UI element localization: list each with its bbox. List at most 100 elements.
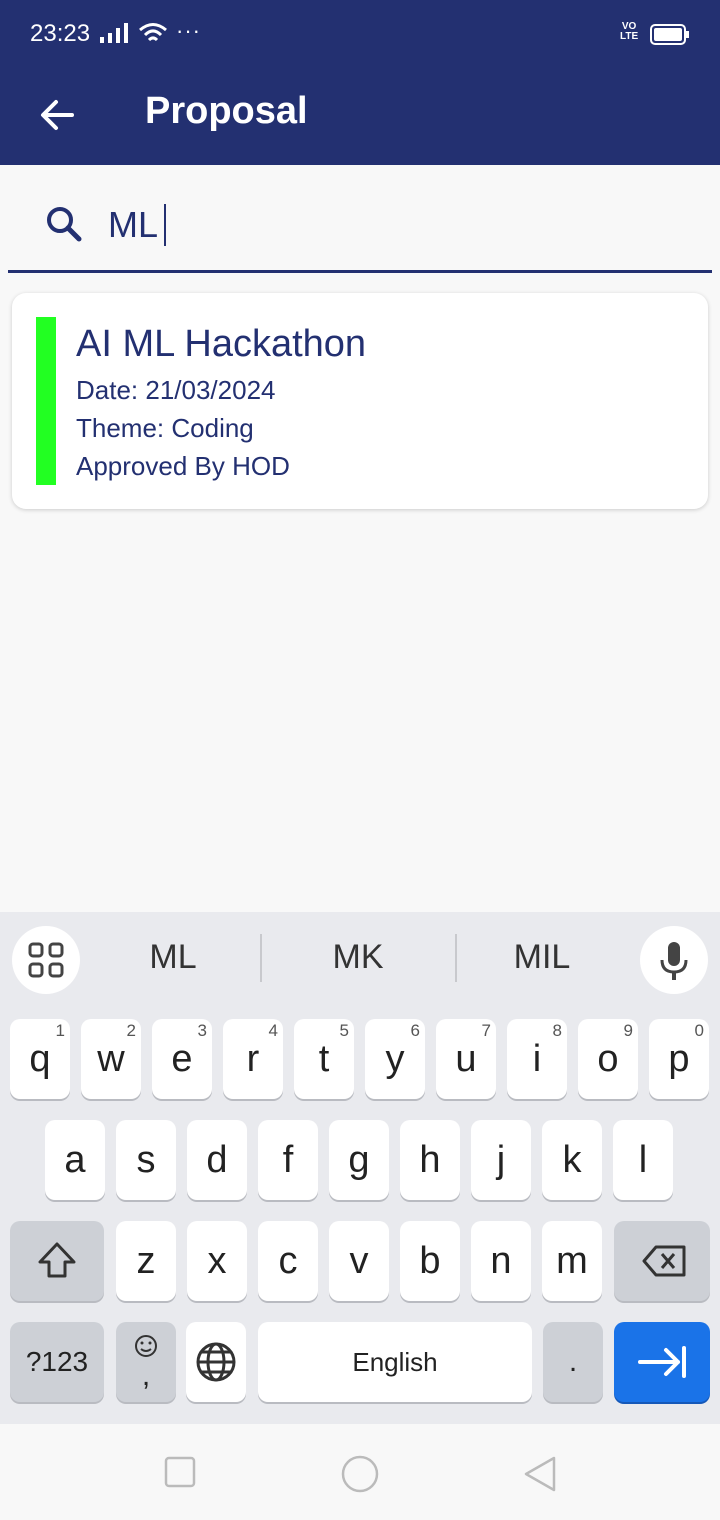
suggestion-1[interactable]: ML	[98, 938, 248, 977]
key-a[interactable]: a	[45, 1120, 105, 1200]
space-key[interactable]: English	[258, 1322, 532, 1402]
search-bar[interactable]	[8, 180, 712, 273]
key-label: d	[206, 1139, 228, 1181]
backspace-icon	[642, 1245, 686, 1277]
key-label: l	[638, 1139, 648, 1181]
key-p[interactable]: p0	[649, 1019, 709, 1099]
home-icon[interactable]	[340, 1454, 380, 1494]
symbols-key-label: ?123	[25, 1346, 89, 1377]
key-number-hint: 1	[55, 1021, 65, 1040]
app-bar: Proposal	[0, 68, 720, 165]
period-key[interactable]: .	[543, 1322, 603, 1402]
tab-arrow-icon	[638, 1346, 686, 1378]
suggestion-divider	[260, 934, 262, 982]
key-number-hint: 2	[126, 1021, 136, 1040]
key-number-hint: 0	[694, 1021, 704, 1040]
key-label: a	[64, 1139, 86, 1181]
more-notifications-icon: ···	[176, 18, 201, 43]
key-label: v	[349, 1240, 369, 1282]
key-label: x	[207, 1240, 227, 1282]
search-input[interactable]	[108, 202, 668, 248]
proposal-theme: Theme: Coding	[76, 413, 254, 443]
key-label: g	[348, 1139, 370, 1181]
key-label: z	[136, 1240, 156, 1282]
proposal-date: Date: 21/03/2024	[76, 375, 276, 405]
emoji-comma-key[interactable]: ,	[116, 1322, 176, 1402]
key-i[interactable]: i8	[507, 1019, 567, 1099]
globe-icon	[196, 1342, 236, 1382]
key-number-hint: 6	[410, 1021, 420, 1040]
key-z[interactable]: z	[116, 1221, 176, 1301]
key-k[interactable]: k	[542, 1120, 602, 1200]
key-v[interactable]: v	[329, 1221, 389, 1301]
key-b[interactable]: b	[400, 1221, 460, 1301]
proposal-card[interactable]: AI ML Hackathon Date: 21/03/2024 Theme: …	[12, 293, 708, 509]
key-label: j	[496, 1139, 506, 1181]
key-g[interactable]: g	[329, 1120, 389, 1200]
key-w[interactable]: w2	[81, 1019, 141, 1099]
key-u[interactable]: u7	[436, 1019, 496, 1099]
shift-icon	[38, 1242, 76, 1278]
key-r[interactable]: r4	[223, 1019, 283, 1099]
keyboard-menu-button[interactable]	[12, 926, 80, 994]
microphone-icon	[660, 942, 688, 980]
page-title: Proposal	[145, 90, 308, 132]
signal-icon	[100, 23, 128, 43]
key-label: f	[282, 1139, 294, 1181]
suggestion-3[interactable]: MIL	[467, 938, 617, 977]
key-label: c	[278, 1240, 298, 1282]
status-bar: 23:23 ··· VO LTE	[0, 0, 720, 68]
key-number-hint: 8	[552, 1021, 562, 1040]
key-s[interactable]: s	[116, 1120, 176, 1200]
key-j[interactable]: j	[471, 1120, 531, 1200]
suggestion-2[interactable]: MK	[283, 938, 433, 977]
key-label: n	[490, 1240, 512, 1282]
soft-keyboard: ML MK MIL ?123 , English . q 1 w 2 e 3 r…	[0, 912, 720, 1424]
search-icon	[47, 207, 82, 242]
key-label: s	[136, 1139, 156, 1181]
key-f[interactable]: f	[258, 1120, 318, 1200]
key-number-hint: 3	[197, 1021, 207, 1040]
suggestion-strip: ML MK MIL	[0, 912, 720, 1008]
enter-key[interactable]	[614, 1322, 710, 1402]
grid-icon	[28, 942, 64, 978]
period-key-label: .	[568, 1345, 578, 1378]
status-color-bar	[36, 317, 56, 485]
proposal-status: Approved By HOD	[76, 451, 290, 481]
key-label: h	[419, 1139, 441, 1181]
key-label: m	[556, 1240, 588, 1282]
key-d[interactable]: d	[187, 1120, 247, 1200]
system-nav-bar	[0, 1424, 720, 1520]
key-y[interactable]: y6	[365, 1019, 425, 1099]
key-q[interactable]: q1	[10, 1019, 70, 1099]
key-number-hint: 4	[268, 1021, 278, 1040]
text-cursor	[164, 204, 166, 246]
backspace-key[interactable]	[614, 1221, 710, 1301]
key-l[interactable]: l	[613, 1120, 673, 1200]
key-number-hint: 5	[339, 1021, 349, 1040]
key-x[interactable]: x	[187, 1221, 247, 1301]
key-h[interactable]: h	[400, 1120, 460, 1200]
back-arrow-icon[interactable]	[32, 90, 82, 140]
recent-apps-icon[interactable]	[164, 1456, 196, 1488]
key-o[interactable]: o9	[578, 1019, 638, 1099]
key-number-hint: 9	[623, 1021, 633, 1040]
shift-key[interactable]	[10, 1221, 104, 1301]
symbols-key[interactable]: ?123	[10, 1322, 104, 1402]
suggestion-divider	[455, 934, 457, 982]
emoji-icon	[135, 1335, 157, 1357]
key-label: k	[562, 1139, 582, 1181]
key-t[interactable]: t5	[294, 1019, 354, 1099]
volte-icon: VO LTE	[620, 21, 639, 42]
voice-input-button[interactable]	[640, 926, 708, 994]
key-label: b	[419, 1240, 441, 1282]
language-key[interactable]	[186, 1322, 246, 1402]
key-c[interactable]: c	[258, 1221, 318, 1301]
status-time: 23:23	[30, 20, 91, 47]
key-e[interactable]: e3	[152, 1019, 212, 1099]
battery-icon	[650, 24, 689, 45]
back-nav-icon[interactable]	[520, 1454, 560, 1494]
comma-label: ,	[141, 1359, 151, 1392]
key-m[interactable]: m	[542, 1221, 602, 1301]
key-n[interactable]: n	[471, 1221, 531, 1301]
